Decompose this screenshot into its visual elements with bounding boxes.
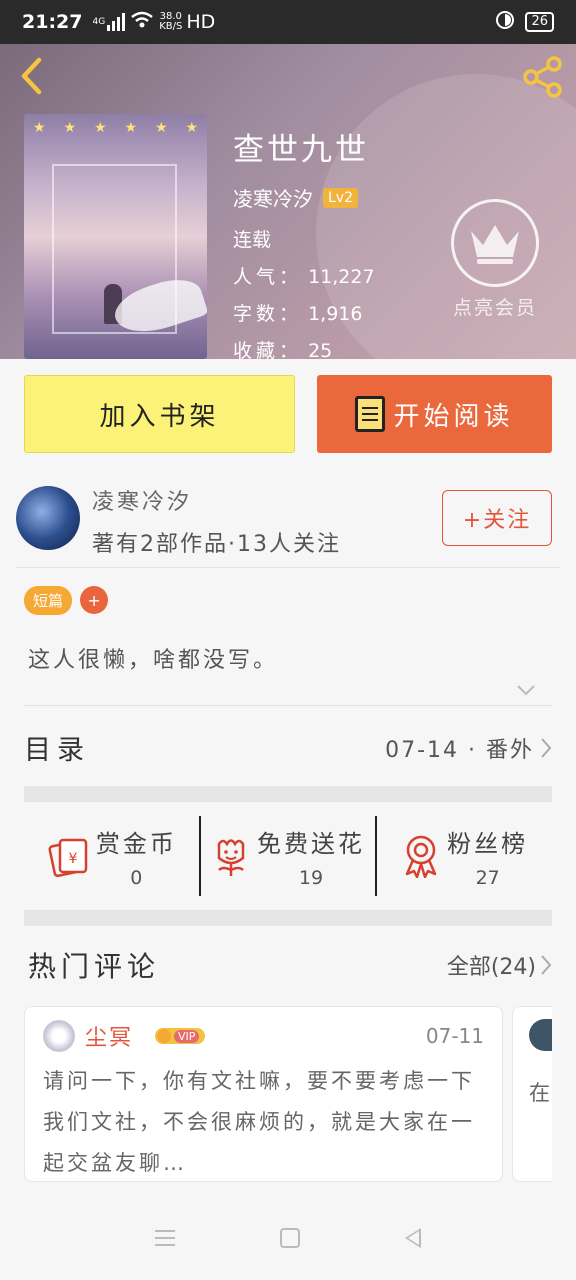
chevron-right-icon (541, 955, 552, 975)
system-nav-bar (0, 1195, 576, 1280)
commenter-name[interactable]: 尘冥 (85, 1020, 133, 1052)
comment-card[interactable]: 在 (512, 1006, 552, 1182)
share-icon (523, 56, 562, 98)
data-saver-icon (495, 10, 515, 35)
vip-member-button[interactable]: 点亮会员 (440, 199, 550, 320)
comment-date: 07-11 (425, 1024, 484, 1048)
fan-ranking-button[interactable]: 粉丝榜 27 (375, 816, 552, 896)
book-popularity: 人气： 11,227 (233, 266, 375, 288)
book-status: 连载 (233, 229, 272, 251)
comment-text: 请问一下，你有文社嘛，要不要考虑一下我们文社，不会很麻烦的，就是大家在一起交盆友… (43, 1069, 475, 1175)
chevron-left-icon (21, 57, 42, 95)
share-button[interactable] (520, 54, 566, 100)
vip-label: 点亮会员 (452, 297, 537, 319)
fan-ranking-count: 27 (475, 866, 500, 889)
reward-coins-count: 0 (130, 866, 143, 889)
cover-stars: ★ ★ ★ ★ ★ ★ (32, 120, 199, 136)
comment-card[interactable]: 尘冥 VIP 07-11 请问一下，你有文社嘛，要不要考虑一下我们文社，不会很麻… (24, 1006, 503, 1182)
flower-icon (217, 839, 245, 876)
author-meta: 著有2部作品·13人关注 (92, 532, 341, 557)
network-type: 4G (92, 17, 106, 27)
start-reading-label: 开始阅读 (393, 401, 514, 432)
follow-button[interactable]: +关注 (442, 490, 552, 546)
comment-text: 在 (529, 1081, 550, 1105)
section-divider (24, 786, 552, 802)
hd-indicator: HD (186, 11, 216, 33)
net-speed: 38.0 KB/S (159, 11, 183, 32)
start-reading-button[interactable]: 开始阅读 (317, 375, 552, 453)
section-divider (24, 910, 552, 926)
book-author[interactable]: 凌寒冷汐 (233, 183, 313, 212)
book-intro: 这人很懒，啥都没写。 (28, 648, 279, 673)
fan-ranking-label: 粉丝榜 (447, 829, 529, 858)
table-of-contents-row[interactable]: 目录 07-14 · 番外 (24, 705, 552, 789)
support-actions: ¥ 赏金币 0 免费送花 19 粉丝榜 27 (24, 816, 552, 896)
send-flower-label: 免费送花 (257, 829, 365, 858)
status-time: 21:27 (22, 11, 83, 33)
rosette-icon (405, 835, 437, 878)
back-triangle-icon[interactable] (405, 1227, 421, 1248)
author-level-badge: Lv2 (323, 187, 358, 208)
tag-list: 短篇 + (24, 586, 109, 615)
add-to-shelf-button[interactable]: 加入书架 (24, 375, 295, 453)
svg-text:¥: ¥ (68, 851, 77, 867)
all-comments-link[interactable]: 全部(24) (447, 949, 552, 981)
hot-comments-title: 热门评论 (28, 950, 161, 983)
book-author-line: 凌寒冷汐 Lv2 (233, 183, 375, 212)
menu-icon[interactable] (155, 1229, 175, 1246)
send-flower-button[interactable]: 免费送花 19 (198, 816, 376, 896)
signal-icon (107, 13, 126, 31)
reward-coins-label: 赏金币 (95, 829, 177, 858)
status-bar: 21:27 4G 38.0 KB/S HD 26 (0, 0, 576, 44)
crown-icon (157, 1029, 172, 1043)
send-flower-count: 19 (298, 866, 324, 889)
book-word-count: 字数： 1,916 (233, 303, 363, 325)
crown-icon (451, 199, 539, 287)
toc-title: 目录 (24, 735, 90, 766)
toc-latest-chapter: 07-14 · 番外 (385, 732, 552, 764)
author-name[interactable]: 凌寒冷汐 (92, 484, 192, 516)
home-icon[interactable] (280, 1227, 300, 1248)
book-header: ★ ★ ★ ★ ★ ★ 查世九世 凌寒冷汐 Lv2 连载 人气： 11,227 字数： 1… (0, 44, 576, 359)
chevron-right-icon (541, 737, 552, 758)
battery-icon: 26 (525, 12, 554, 32)
commenter-avatar (529, 1019, 552, 1051)
back-button[interactable] (14, 56, 48, 96)
book-title: 查世九世 (233, 132, 369, 168)
vip-badge: VIP (155, 1028, 206, 1044)
author-section: 凌寒冷汐 著有2部作品·13人关注 +关注 (16, 480, 560, 568)
book-favorites: 收藏： 25 (233, 340, 333, 359)
hot-comments-header: 热门评论 全部(24) (28, 945, 552, 985)
book-info: 查世九世 凌寒冷汐 Lv2 连载 人气： 11,227 字数： 1,916 收藏… (233, 124, 375, 359)
author-avatar[interactable] (16, 486, 80, 550)
book-icon (355, 396, 386, 432)
expand-intro-icon[interactable] (516, 680, 536, 701)
tag-short-story[interactable]: 短篇 (24, 586, 73, 615)
red-envelope-icon: ¥ (48, 838, 88, 878)
reward-coins-button[interactable]: ¥ 赏金币 0 (24, 816, 199, 896)
commenter-avatar[interactable] (43, 1020, 75, 1052)
wifi-icon (131, 11, 153, 34)
add-tag-button[interactable]: + (80, 586, 109, 614)
book-cover[interactable]: ★ ★ ★ ★ ★ ★ (24, 114, 207, 359)
comment-header: 尘冥 VIP 07-11 (43, 1019, 484, 1053)
